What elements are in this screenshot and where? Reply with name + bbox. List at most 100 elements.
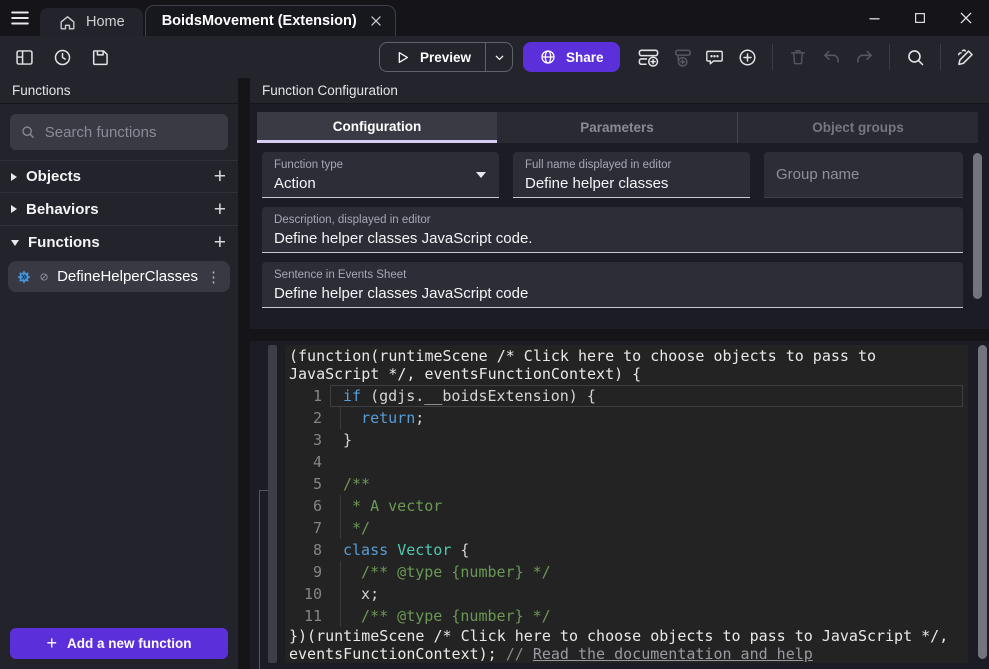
line-content[interactable]: class Vector {	[337, 539, 963, 561]
history-button[interactable]	[52, 47, 73, 68]
sidebar-spacer	[0, 292, 238, 618]
line-content[interactable]: if (gdjs.__boidsExtension) {	[337, 385, 963, 407]
code-footer-line[interactable]: })(runtimeScene /* Click here to choose …	[289, 627, 964, 663]
tab-object-groups[interactable]: Object groups	[737, 112, 978, 143]
section-label: Behaviors	[26, 201, 99, 218]
line-content[interactable]: /** @type {number} */	[337, 605, 963, 627]
window-controls	[851, 0, 989, 36]
sidebar-section-behaviors[interactable]: Behaviors +	[0, 193, 238, 226]
circle-plus-icon	[737, 47, 758, 68]
redo-icon	[854, 47, 875, 68]
hamburger-menu-button[interactable]	[0, 0, 40, 36]
add-behavior-button[interactable]: +	[214, 199, 226, 220]
toolbar-separator	[772, 44, 773, 70]
undo-button[interactable]	[818, 44, 844, 70]
hamburger-icon	[9, 7, 31, 29]
search-functions-input[interactable]	[45, 124, 218, 141]
trash-icon	[788, 47, 808, 67]
tab-project[interactable]: BoidsMovement (Extension)	[145, 5, 396, 36]
group-name-field[interactable]: Group name	[764, 152, 963, 198]
form-scrollbar[interactable]	[973, 153, 982, 299]
window-minimize-button[interactable]	[851, 0, 897, 36]
globe-icon	[539, 48, 557, 66]
preview-options-button[interactable]	[486, 43, 512, 71]
window-maximize-button[interactable]	[897, 0, 943, 36]
function-item-selected[interactable]: DefineHelperClasses ⋮	[8, 261, 230, 292]
add-object-button[interactable]: +	[214, 166, 226, 187]
full-name-field[interactable]: Full name displayed in editor Define hel…	[513, 152, 750, 198]
add-new-function-button[interactable]: + Add a new function	[10, 628, 228, 659]
add-subevent-button[interactable]	[668, 44, 694, 70]
code-line[interactable]: 11 /** @type {number} */	[289, 605, 964, 627]
line-content[interactable]: * A vector	[337, 495, 963, 517]
code-line[interactable]: 4	[289, 451, 964, 473]
function-item-label: DefineHelperClasses	[57, 268, 198, 285]
line-number: 4	[289, 451, 337, 473]
toolbar: Preview Share	[0, 36, 989, 78]
line-content[interactable]: }	[337, 429, 963, 451]
chevron-down-icon[interactable]	[11, 240, 19, 246]
comment-icon	[704, 47, 725, 68]
function-type-select[interactable]: Function type Action	[262, 152, 499, 198]
tab-home[interactable]: Home	[40, 8, 143, 36]
code-line[interactable]: 7 */	[289, 517, 964, 539]
field-value: Define helper classes JavaScript code	[274, 285, 951, 302]
window-close-button[interactable]	[943, 0, 989, 36]
chevron-right-icon[interactable]	[11, 205, 17, 213]
minimize-icon	[867, 11, 882, 26]
event-drag-handle[interactable]	[268, 345, 277, 663]
tab-label: Object groups	[812, 120, 904, 135]
line-content[interactable]: /** @type {number} */	[337, 561, 963, 583]
description-field[interactable]: Description, displayed in editor Define …	[262, 207, 963, 253]
sidebar-section-objects[interactable]: Objects +	[0, 160, 238, 193]
line-content[interactable]: */	[337, 517, 963, 539]
save-button[interactable]	[90, 47, 111, 68]
chevron-right-icon[interactable]	[11, 173, 17, 181]
search-functions-box[interactable]	[10, 114, 228, 150]
line-content[interactable]: /**	[337, 473, 963, 495]
toggle-panels-button[interactable]	[14, 47, 35, 68]
code-line[interactable]: 10 x;	[289, 583, 964, 605]
javascript-code-editor[interactable]: (function(runtimeScene /* Click here to …	[285, 345, 968, 663]
add-comment-button[interactable]	[701, 44, 727, 70]
line-number: 10	[289, 583, 337, 605]
preview-button[interactable]: Preview	[380, 43, 485, 71]
redo-button[interactable]	[851, 44, 877, 70]
close-icon	[369, 14, 383, 28]
sidebar-section-functions[interactable]: Functions +	[0, 226, 238, 259]
code-scrollbar[interactable]	[978, 345, 987, 659]
line-number: 6	[289, 495, 337, 517]
line-content[interactable]	[337, 451, 963, 473]
sidebar-header: Functions	[0, 78, 238, 104]
search-button[interactable]	[902, 44, 928, 70]
add-element-button[interactable]	[734, 44, 760, 70]
tab-parameters[interactable]: Parameters	[497, 112, 737, 143]
line-content[interactable]: x;	[337, 583, 963, 605]
footer-comment-slashes: //	[506, 645, 533, 663]
code-line[interactable]: 9 /** @type {number} */	[289, 561, 964, 583]
function-item-menu-button[interactable]: ⋮	[206, 268, 221, 286]
code-line[interactable]: 8class Vector {	[289, 539, 964, 561]
code-header-line[interactable]: (function(runtimeScene /* Click here to …	[289, 347, 964, 383]
code-line[interactable]: 5/**	[289, 473, 964, 495]
code-line[interactable]: 1if (gdjs.__boidsExtension) {	[289, 385, 964, 407]
line-content[interactable]: return;	[337, 407, 963, 429]
line-number: 7	[289, 517, 337, 539]
project-tab-label: BoidsMovement (Extension)	[162, 13, 357, 29]
share-button[interactable]: Share	[523, 42, 620, 72]
code-line[interactable]: 6 * A vector	[289, 495, 964, 517]
delete-button[interactable]	[785, 44, 811, 70]
tab-configuration[interactable]: Configuration	[257, 112, 497, 143]
field-label: Function type	[274, 159, 487, 171]
undo-icon	[821, 47, 842, 68]
edit-code-button[interactable]	[953, 44, 979, 70]
configuration-tabs: Configuration Parameters Object groups	[257, 112, 978, 143]
code-line[interactable]: 3}	[289, 429, 964, 451]
code-line[interactable]: 2 return;	[289, 407, 964, 429]
sentence-field[interactable]: Sentence in Events Sheet Define helper c…	[262, 262, 963, 308]
add-event-button[interactable]	[635, 44, 661, 70]
close-tab-button[interactable]	[369, 14, 383, 28]
add-function-button[interactable]: +	[214, 232, 226, 253]
edit-pen-icon	[955, 46, 977, 68]
documentation-link[interactable]: Read the documentation and help	[533, 645, 813, 663]
